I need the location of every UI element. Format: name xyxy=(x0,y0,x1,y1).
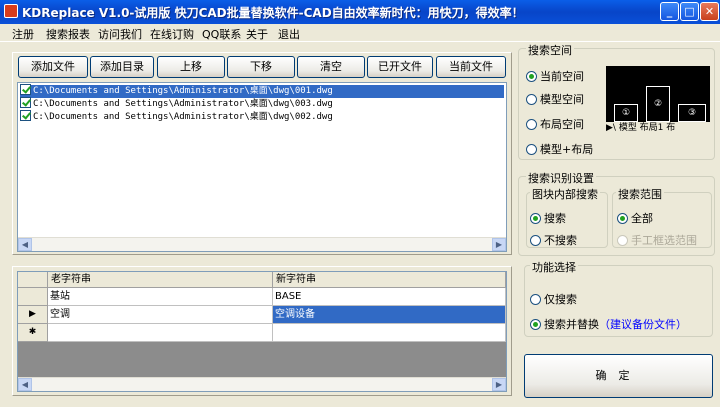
file-path: C:\Documents and Settings\Administrator\… xyxy=(33,86,333,96)
radio-current-space[interactable]: 当前空间 xyxy=(526,68,584,84)
row-marker[interactable]: ✱ xyxy=(18,324,48,342)
file-path: C:\Documents and Settings\Administrator\… xyxy=(33,112,333,122)
menu-about[interactable]: 关于 xyxy=(246,26,268,42)
radio-on-icon xyxy=(530,212,541,224)
close-button[interactable]: ✕ xyxy=(700,2,719,21)
grid-cell-new[interactable] xyxy=(273,324,506,342)
add-directory-button[interactable]: 添加目录 xyxy=(90,56,154,78)
current-file-button[interactable]: 当前文件 xyxy=(436,56,506,78)
menu-order-online[interactable]: 在线订购 xyxy=(150,26,194,42)
radio-search-only[interactable]: 仅搜索 xyxy=(530,291,577,307)
grid-corner xyxy=(18,272,48,288)
radio-off-icon xyxy=(530,293,541,305)
checkbox-icon[interactable] xyxy=(20,84,31,95)
checkbox-icon[interactable] xyxy=(20,110,31,121)
menu-register[interactable]: 注册 xyxy=(12,26,34,42)
column-header-old: 老字符串 xyxy=(48,272,273,288)
menu-search-report[interactable]: 搜索报表 xyxy=(46,26,90,42)
row-marker[interactable]: ▶ xyxy=(18,306,48,324)
radio-model-and-layout[interactable]: 模型+布局 xyxy=(526,141,593,157)
radio-off-icon xyxy=(530,234,541,246)
scroll-left-icon[interactable]: ◀ xyxy=(18,378,32,391)
search-space-label: 搜索空间 xyxy=(526,42,574,58)
file-item[interactable]: C:\Documents and Settings\Administrator\… xyxy=(20,84,504,98)
radio-off-icon xyxy=(526,93,537,105)
maximize-button[interactable]: □ xyxy=(680,2,699,21)
minimize-button[interactable]: _ xyxy=(660,2,679,21)
grid-cell-old[interactable]: 基站 xyxy=(48,288,273,306)
file-item[interactable]: C:\Documents and Settings\Administrator\… xyxy=(20,97,504,111)
menu-qq-contact[interactable]: QQ联系 xyxy=(202,26,241,42)
radio-range-all[interactable]: 全部 xyxy=(617,210,653,226)
viewport-2-icon: ② xyxy=(646,86,670,122)
row-marker[interactable] xyxy=(18,288,48,306)
scroll-right-icon[interactable]: ▶ xyxy=(492,238,506,251)
menu-bar: 注册 搜索报表 访问我们 在线订购 QQ联系 关于 退出 xyxy=(0,24,720,42)
radio-label: 搜索并替换 xyxy=(544,318,599,331)
move-down-button[interactable]: 下移 xyxy=(227,56,295,78)
grid-cell-old[interactable] xyxy=(48,324,273,342)
radio-on-icon xyxy=(617,212,628,224)
search-range-label: 搜索范围 xyxy=(616,186,664,202)
checkbox-icon[interactable] xyxy=(20,97,31,108)
space-preview-image: ① ② ③ ▶\ 模型 布局1 布 xyxy=(606,66,710,134)
radio-label: 不搜索 xyxy=(544,234,577,247)
grid-scrollbar[interactable]: ◀ ▶ xyxy=(18,377,506,391)
radio-label: 模型+布局 xyxy=(540,143,594,156)
title-bar: KDReplace V1.0-试用版 快刀CAD批量替换软件-CAD自由效率新时… xyxy=(0,0,720,24)
scroll-right-icon[interactable]: ▶ xyxy=(492,378,506,391)
radio-block-search[interactable]: 搜索 xyxy=(530,210,566,226)
radio-label: 当前空间 xyxy=(540,70,584,83)
radio-on-icon xyxy=(530,318,541,330)
file-item[interactable]: C:\Documents and Settings\Administrator\… xyxy=(20,110,504,124)
grid-cell-old[interactable]: 空调 xyxy=(48,306,273,324)
window-title: KDReplace V1.0-试用版 快刀CAD批量替换软件-CAD自由效率新时… xyxy=(22,6,524,20)
recognition-label: 搜索识别设置 xyxy=(526,170,596,186)
grid-cell-new[interactable]: 空调设备 xyxy=(273,306,506,324)
viewport-3-icon: ③ xyxy=(678,104,706,122)
radio-label: 手工框选范围 xyxy=(631,234,697,247)
radio-on-icon xyxy=(526,70,537,82)
move-up-button[interactable]: 上移 xyxy=(157,56,225,78)
opened-files-button[interactable]: 已开文件 xyxy=(367,56,433,78)
radio-block-no-search[interactable]: 不搜索 xyxy=(530,232,577,248)
menu-visit-us[interactable]: 访问我们 xyxy=(98,26,142,42)
ok-button[interactable]: 确定 xyxy=(524,354,713,398)
radio-label: 仅搜索 xyxy=(544,293,577,306)
block-search-label: 图块内部搜索 xyxy=(530,186,600,202)
file-list-scrollbar[interactable]: ◀ ▶ xyxy=(18,237,506,251)
radio-range-manual: 手工框选范围 xyxy=(617,232,697,248)
column-header-new: 新字符串 xyxy=(273,272,506,288)
backup-hint: （建议备份文件） xyxy=(599,318,687,331)
radio-off-icon xyxy=(617,234,628,246)
radio-label: 布局空间 xyxy=(540,118,584,131)
replace-grid[interactable]: 老字符串 新字符串 基站 BASE ▶ 空调 空调设备 ✱ ◀ ▶ xyxy=(17,271,507,392)
radio-off-icon xyxy=(526,143,537,155)
file-list[interactable]: C:\Documents and Settings\Administrator\… xyxy=(17,82,507,252)
file-path: C:\Documents and Settings\Administrator\… xyxy=(33,99,333,109)
menu-exit[interactable]: 退出 xyxy=(278,26,300,42)
radio-label: 模型空间 xyxy=(540,93,584,106)
preview-tabs: ▶\ 模型 布局1 布 xyxy=(606,122,710,134)
radio-search-replace[interactable]: 搜索并替换（建议备份文件） xyxy=(530,316,687,332)
scroll-left-icon[interactable]: ◀ xyxy=(18,238,32,251)
radio-layout-space[interactable]: 布局空间 xyxy=(526,116,584,132)
function-label: 功能选择 xyxy=(530,259,578,275)
radio-label: 搜索 xyxy=(544,212,566,225)
app-icon xyxy=(4,4,18,18)
radio-model-space[interactable]: 模型空间 xyxy=(526,91,584,107)
add-file-button[interactable]: 添加文件 xyxy=(18,56,88,78)
clear-button[interactable]: 清空 xyxy=(297,56,365,78)
viewport-1-icon: ① xyxy=(614,104,638,122)
radio-off-icon xyxy=(526,118,537,130)
radio-label: 全部 xyxy=(631,212,653,225)
grid-cell-new[interactable]: BASE xyxy=(273,288,506,306)
